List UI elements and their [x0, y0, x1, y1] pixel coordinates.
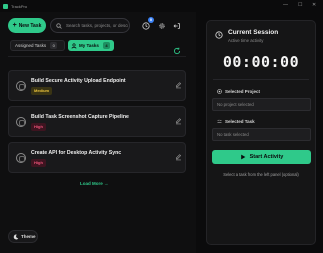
- clock-icon: [141, 21, 150, 30]
- task-title: Build Secure Activity Upload Endpoint: [31, 78, 126, 84]
- plus-icon: +: [12, 22, 17, 29]
- task-select-radio[interactable]: [16, 117, 26, 127]
- search-input[interactable]: [66, 23, 128, 28]
- session-panel: Current Session Active time activity 00:…: [206, 20, 316, 245]
- assigned-count-badge: 0: [50, 42, 58, 49]
- selected-project-heading: Selected Project: [217, 89, 260, 94]
- search-icon: [56, 22, 62, 29]
- priority-badge: High: [31, 159, 46, 167]
- edit-icon[interactable]: [175, 154, 182, 161]
- priority-badge: High: [31, 123, 46, 131]
- task-card[interactable]: Build Task Screenshot Capture Pipeline H…: [8, 106, 186, 137]
- app-title: TrackPro: [11, 3, 28, 9]
- start-activity-label: Start Activity: [249, 154, 284, 160]
- gear-icon: [158, 22, 165, 29]
- moon-icon: [13, 234, 19, 239]
- start-activity-button[interactable]: Start Activity: [212, 150, 311, 164]
- app-logo-icon: [3, 3, 8, 9]
- load-more-button[interactable]: Load More →: [80, 181, 109, 186]
- record-icon: [217, 89, 222, 94]
- tab-assigned-tasks[interactable]: Assigned Tasks 0: [10, 40, 65, 51]
- new-task-button[interactable]: + New Task: [8, 18, 46, 33]
- session-subtitle: Active time activity: [228, 38, 264, 43]
- refresh-icon: [173, 47, 181, 55]
- selected-task-heading: Selected Task: [217, 119, 255, 124]
- task-select-radio[interactable]: [16, 153, 26, 163]
- maximize-button[interactable]: ☐: [298, 2, 302, 8]
- play-icon: [240, 154, 246, 160]
- divider: [8, 56, 186, 57]
- logout-icon: [173, 22, 180, 29]
- logout-button[interactable]: [172, 21, 181, 30]
- session-hint: Select a task from the left panel (optio…: [223, 172, 299, 177]
- tab-my-tasks[interactable]: My Tasks 4: [68, 40, 114, 51]
- session-timer: 00:00:00: [222, 53, 300, 71]
- notification-badge: 0: [148, 17, 154, 23]
- new-task-label: New Task: [18, 22, 42, 29]
- tab-assigned-label: Assigned Tasks: [15, 43, 47, 48]
- search-box[interactable]: [50, 18, 130, 33]
- selected-project-label: Selected Project: [225, 89, 261, 94]
- task-card[interactable]: Build Secure Activity Upload Endpoint Me…: [8, 70, 186, 101]
- session-title: Current Session: [228, 29, 279, 36]
- theme-toggle-button[interactable]: Theme: [8, 230, 38, 243]
- edit-icon[interactable]: [175, 118, 182, 125]
- selected-task-label: Selected Task: [225, 119, 255, 124]
- selected-task-field[interactable]: No task selected: [212, 128, 311, 141]
- tab-my-tasks-label: My Tasks: [79, 43, 99, 48]
- divider: [213, 79, 309, 80]
- close-window-button[interactable]: ✕: [312, 2, 316, 8]
- minimize-button[interactable]: —: [283, 2, 288, 8]
- user-icon: [71, 42, 77, 49]
- settings-button[interactable]: [157, 21, 166, 30]
- title-bar: TrackPro — ☐ ✕: [0, 0, 323, 12]
- my-tasks-count-badge: 4: [102, 42, 110, 49]
- selected-project-field[interactable]: No project selected: [212, 98, 311, 111]
- theme-label: Theme: [21, 234, 36, 239]
- task-select-radio[interactable]: [16, 81, 26, 91]
- checklist-icon: [217, 119, 222, 123]
- edit-icon[interactable]: [175, 82, 182, 89]
- task-title: Create API for Desktop Activity Sync: [31, 150, 122, 156]
- clock-icon: [215, 31, 223, 39]
- task-card[interactable]: Create API for Desktop Activity Sync Hig…: [8, 142, 186, 173]
- priority-badge: Medium: [31, 87, 53, 95]
- task-title: Build Task Screenshot Capture Pipeline: [31, 114, 129, 120]
- refresh-button[interactable]: [173, 42, 181, 55]
